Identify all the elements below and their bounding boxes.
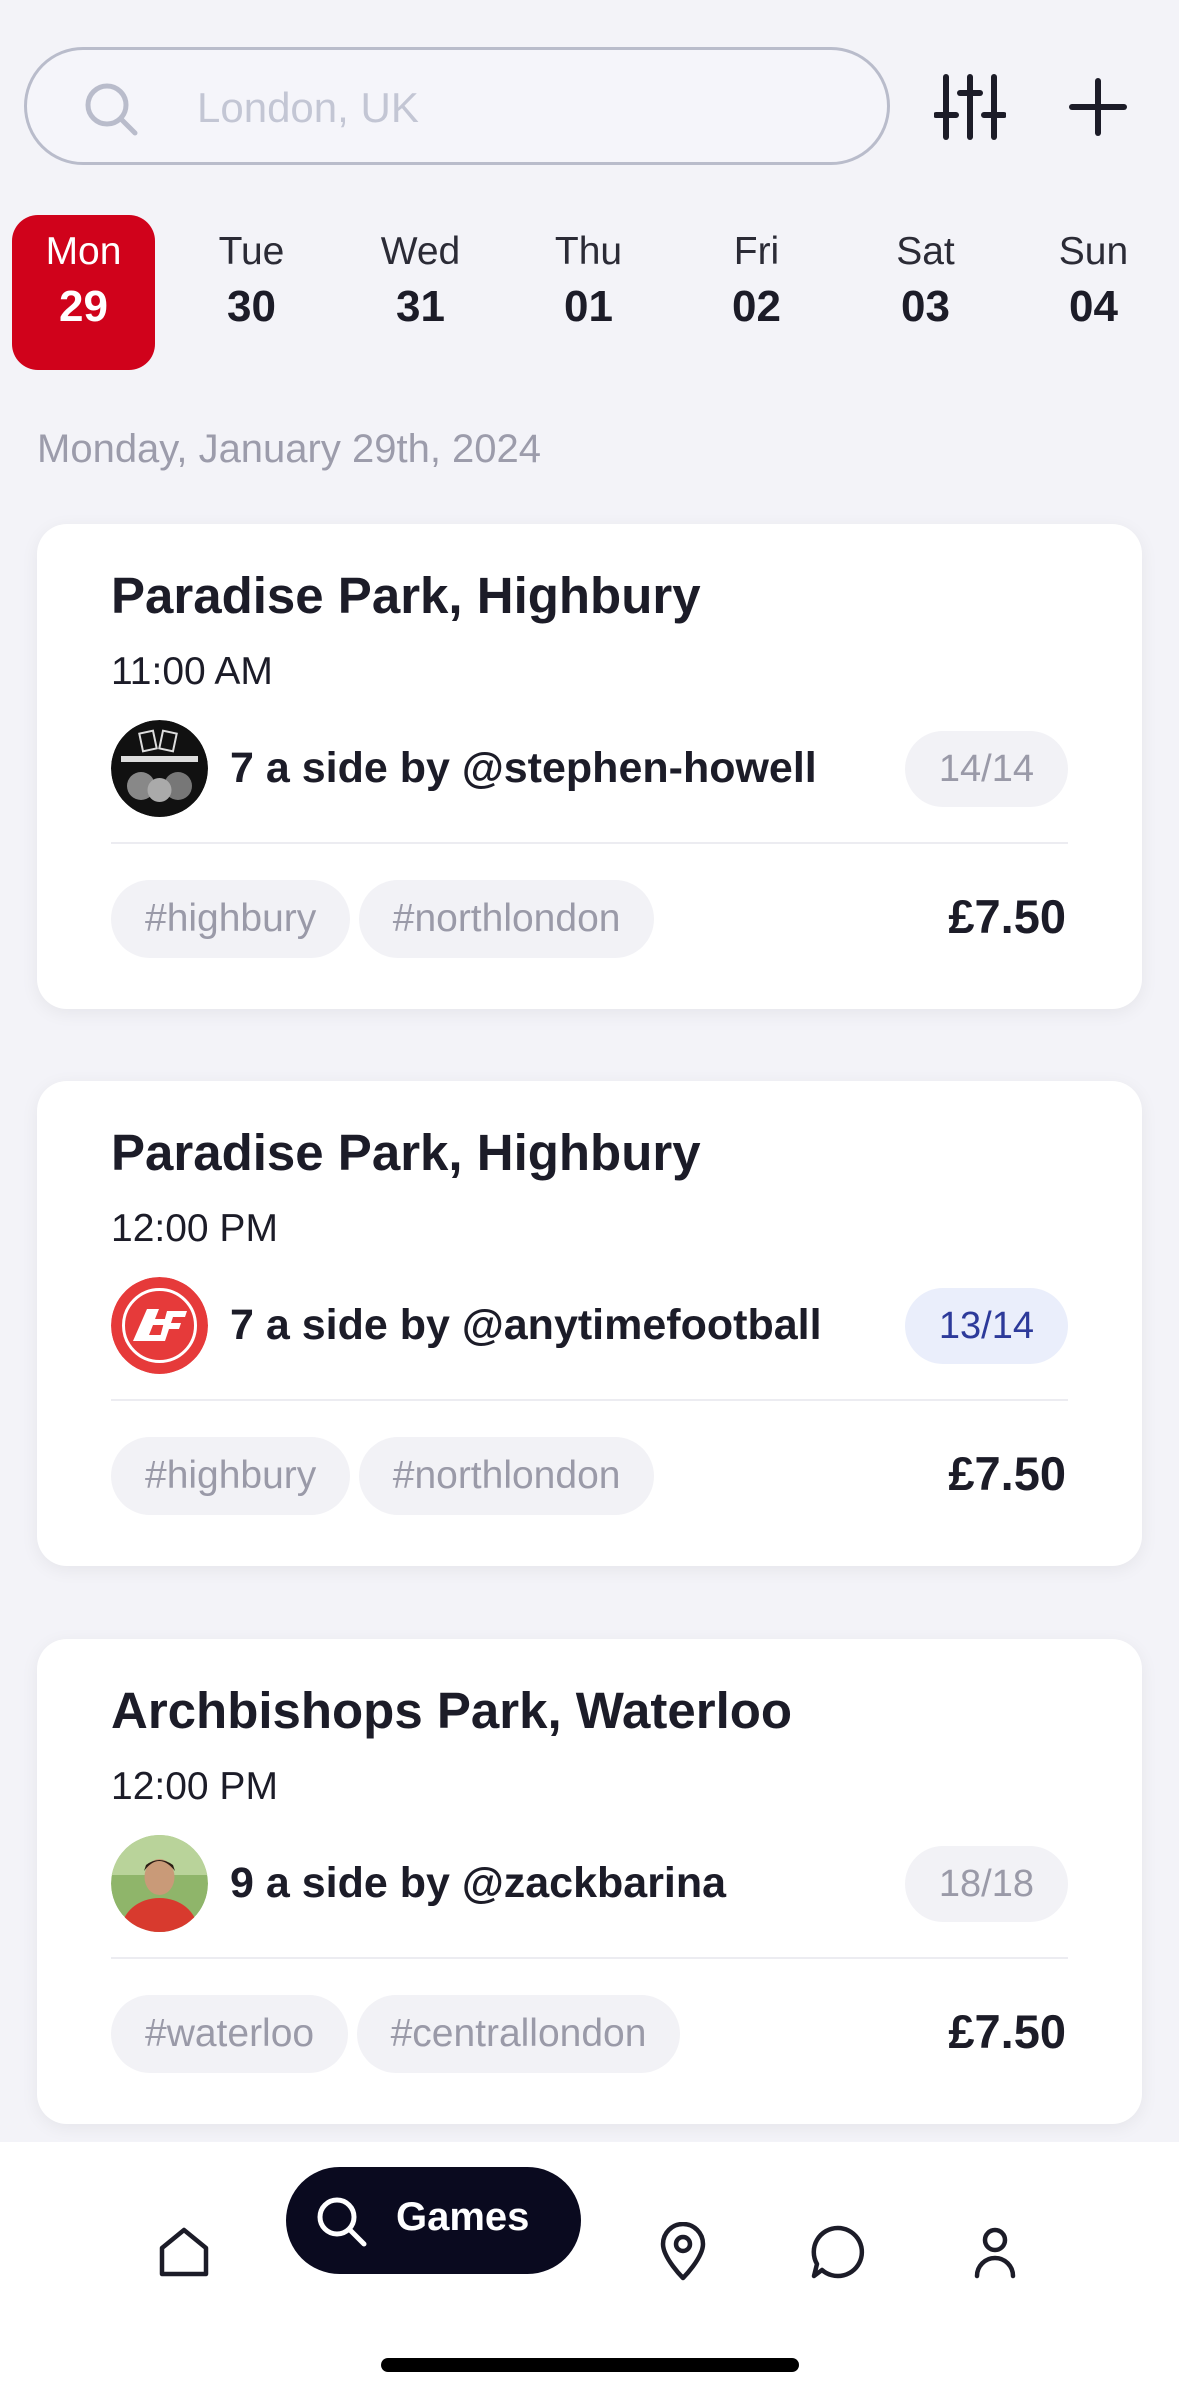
game-price: £7.50 [948, 2005, 1066, 2058]
venue-name: Archbishops Park, Waterloo [111, 1682, 793, 1739]
home-icon[interactable] [154, 2222, 214, 2282]
game-time: 12:00 PM [111, 1765, 278, 1808]
day-name: Sun [1058, 230, 1129, 273]
location-pin-icon[interactable] [653, 2222, 713, 2282]
day-tue[interactable]: Tue 30 [180, 215, 323, 370]
day-number: 04 [1069, 282, 1118, 331]
tag-list: #highbury #northlondon [111, 1437, 658, 1515]
organiser-label: 7 a side by @anytimefootball [230, 1301, 822, 1349]
divider [111, 1399, 1068, 1401]
day-name: Tue [218, 230, 285, 273]
organiser-label: 7 a side by @stephen-howell [230, 744, 817, 792]
slots-badge: 14/14 [904, 731, 1068, 807]
slots-badge: 18/18 [904, 1846, 1068, 1922]
slots-badge: 13/14 [904, 1288, 1068, 1364]
tag-chip[interactable]: #centrallondon [356, 1995, 681, 2073]
game-card[interactable]: Paradise Park, Highbury 11:00 AM 7 a sid… [37, 524, 1142, 1009]
day-number: 01 [564, 282, 613, 331]
day-name: Fri [733, 230, 780, 273]
organiser-avatar [111, 720, 208, 817]
day-sun[interactable]: Sun 04 [1022, 215, 1165, 370]
search-placeholder: London, UK [197, 84, 419, 131]
divider [111, 842, 1068, 844]
tag-list: #highbury #northlondon [111, 880, 658, 958]
day-name: Sat [896, 230, 955, 273]
day-thu[interactable]: Thu 01 [517, 215, 660, 370]
game-time: 12:00 PM [111, 1207, 278, 1250]
organiser-label: 9 a side by @zackbarina [230, 1859, 727, 1907]
day-number: 31 [396, 282, 445, 331]
day-mon[interactable]: Mon 29 [12, 215, 155, 370]
day-fri[interactable]: Fri 02 [685, 215, 828, 370]
day-wed[interactable]: Wed 31 [349, 215, 492, 370]
search-icon [317, 2197, 367, 2247]
game-price: £7.50 [948, 1447, 1066, 1500]
tag-chip[interactable]: #highbury [111, 1437, 351, 1515]
search-icon [85, 83, 138, 136]
day-sat[interactable]: Sat 03 [854, 215, 997, 370]
tag-chip[interactable]: #northlondon [358, 1437, 655, 1515]
venue-name: Paradise Park, Highbury [111, 567, 701, 624]
nav-games-label: Games [396, 2195, 530, 2239]
organiser-avatar [111, 1835, 208, 1932]
tag-chip[interactable]: #northlondon [358, 880, 655, 958]
plus-icon[interactable] [1062, 71, 1134, 143]
day-number: 29 [59, 282, 108, 331]
selected-date-heading: Monday, January 29th, 2024 [37, 427, 542, 471]
day-name: Wed [380, 230, 461, 273]
tag-list: #waterloo #centrallondon [111, 1995, 684, 2073]
day-number: 30 [227, 282, 276, 331]
tag-chip[interactable]: #highbury [111, 880, 351, 958]
home-indicator [381, 2358, 799, 2372]
chat-bubble-icon[interactable] [808, 2222, 868, 2282]
day-name: Mon [45, 230, 122, 273]
game-card[interactable]: Paradise Park, Highbury 12:00 PM 7 a sid… [37, 1081, 1142, 1566]
day-number: 02 [732, 282, 781, 331]
game-time: 11:00 AM [111, 650, 273, 693]
organiser-avatar [111, 1277, 208, 1374]
search-input[interactable]: London, UK [24, 47, 890, 165]
sliders-icon[interactable] [934, 71, 1006, 143]
day-number: 03 [901, 282, 950, 331]
profile-icon[interactable] [965, 2222, 1025, 2282]
day-name: Thu [554, 230, 623, 273]
game-price: £7.50 [948, 890, 1066, 943]
nav-games-button[interactable]: Games [286, 2167, 581, 2274]
top-bar: London, UK [24, 47, 1155, 165]
tag-chip[interactable]: #waterloo [111, 1995, 349, 2073]
game-card[interactable]: Archbishops Park, Waterloo 12:00 PM 9 a … [37, 1639, 1142, 2124]
divider [111, 1957, 1068, 1959]
venue-name: Paradise Park, Highbury [111, 1124, 701, 1181]
day-selector: Mon 29 Tue 30 Wed 31 Thu 01 Fri 02 Sat 0… [12, 215, 1167, 370]
